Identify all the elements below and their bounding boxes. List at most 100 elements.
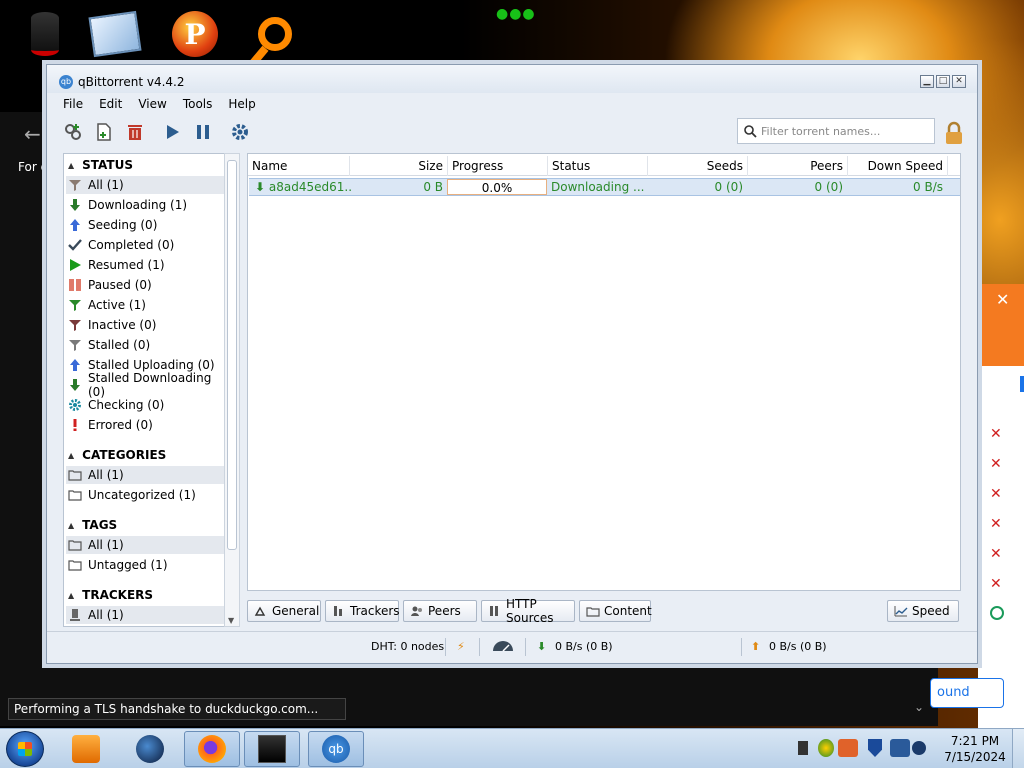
tab-general[interactable]: General: [247, 600, 321, 622]
menu-edit[interactable]: Edit: [91, 96, 130, 116]
found-button[interactable]: ound: [930, 678, 1004, 708]
terminal-taskbar-icon[interactable]: [244, 731, 300, 767]
dht-status: DHT: 0 nodes: [371, 640, 445, 653]
folder-icon: [586, 605, 600, 617]
tray-orange-icon[interactable]: [838, 739, 858, 757]
sidebar-item-tag[interactable]: Untagged (1): [66, 556, 224, 574]
filter-search-box[interactable]: [737, 118, 935, 144]
trackers-section-header[interactable]: ▲ TRACKERS: [68, 586, 153, 604]
sidebar-item-category[interactable]: Uncategorized (1): [66, 486, 224, 504]
mail-app-icon[interactable]: [80, 4, 150, 64]
clock-time: 7:21 PM: [950, 734, 1000, 748]
table-row[interactable]: ⬇ a8ad45ed61... 0 B 0.0% Downloading ...…: [249, 178, 960, 196]
download-speed[interactable]: 0 B/s (0 B): [555, 640, 613, 653]
taskbar-clock[interactable]: 7:21 PM 7/15/2024: [944, 733, 1006, 765]
sidebar-item-status[interactable]: Stalled Downloading (0): [66, 371, 224, 399]
sidebar-item-category[interactable]: All (1): [66, 466, 224, 484]
menu-help[interactable]: Help: [220, 96, 263, 116]
title-bar[interactable]: qb qBittorrent v4.4.2 ▁ □ ✕: [47, 65, 977, 93]
column-header-peers[interactable]: Peers: [748, 156, 848, 176]
add-torrent-file-icon[interactable]: [93, 121, 115, 143]
gear-icon[interactable]: [229, 121, 251, 143]
menu-tools[interactable]: Tools: [175, 96, 221, 116]
firefox-taskbar-icon[interactable]: [184, 731, 240, 767]
media-player-taskbar-icon[interactable]: [58, 731, 114, 767]
cylinder-app-icon[interactable]: [10, 4, 80, 64]
tab-trackers[interactable]: Trackers: [325, 600, 400, 622]
tags-section-header[interactable]: ▲ TAGS: [68, 516, 117, 534]
tray-network-icon[interactable]: [890, 739, 910, 757]
folder-icon: [68, 468, 82, 482]
tab-http-sources[interactable]: HTTP Sources: [481, 597, 575, 625]
connection-status-icon[interactable]: ⚡: [457, 640, 465, 653]
qbittorrent-logo-icon: qb: [59, 75, 73, 89]
column-header-status[interactable]: Status: [548, 156, 648, 176]
qbittorrent-taskbar-icon[interactable]: qb: [308, 731, 364, 767]
pause-icon[interactable]: [192, 121, 214, 143]
taskbar: qb 7:21 PM 7/15/2024: [0, 728, 1024, 768]
tray-up-icon[interactable]: [798, 741, 808, 755]
sidebar-item-status[interactable]: Downloading (1): [66, 196, 224, 214]
sidebar-item-status[interactable]: Completed (0): [66, 236, 224, 254]
sidebar-item-label: All (1): [88, 178, 124, 192]
sidebar-item-status[interactable]: Seeding (0): [66, 216, 224, 234]
tray-shield-icon[interactable]: [868, 739, 882, 757]
tab-label: General: [272, 604, 320, 618]
column-header-progress[interactable]: Progress: [448, 156, 548, 176]
menu-bar: File Edit View Tools Help: [55, 96, 264, 116]
remove-icon[interactable]: ✕: [990, 516, 1002, 532]
close-icon[interactable]: ✕: [996, 290, 1009, 309]
folder-icon: [68, 488, 82, 502]
delete-icon[interactable]: [124, 121, 146, 143]
remove-icon[interactable]: ✕: [990, 426, 1002, 442]
back-arrow-icon[interactable]: ←: [24, 122, 41, 146]
pause-icon: [68, 278, 82, 292]
tray-volume-icon[interactable]: [912, 741, 926, 755]
alt-speed-icon[interactable]: [491, 640, 515, 655]
sidebar-item-tag[interactable]: All (1): [66, 536, 224, 554]
tray-green-icon[interactable]: [818, 739, 834, 757]
column-header-seeds[interactable]: Seeds: [648, 156, 748, 176]
menu-view[interactable]: View: [130, 96, 174, 116]
sidebar-item-status[interactable]: Active (1): [66, 296, 224, 314]
upload-speed[interactable]: 0 B/s (0 B): [769, 640, 827, 653]
column-header-name[interactable]: Name: [248, 156, 350, 176]
sidebar-item-status[interactable]: Checking (0): [66, 396, 224, 414]
column-header-down-speed[interactable]: Down Speed: [848, 156, 948, 176]
sidebar-item-status[interactable]: Paused (0): [66, 276, 224, 294]
system-tray: [794, 731, 934, 767]
close-button[interactable]: ✕: [952, 75, 966, 88]
down-arrow-icon: [68, 378, 82, 392]
categories-section-header[interactable]: ▲ CATEGORIES: [68, 446, 166, 464]
sidebar-item-status[interactable]: All (1): [66, 176, 224, 194]
sidebar-scrollbar[interactable]: ▼: [224, 153, 240, 627]
tab-peers[interactable]: Peers: [403, 600, 477, 622]
sidebar-item-status[interactable]: Resumed (1): [66, 256, 224, 274]
resume-icon[interactable]: [161, 121, 183, 143]
minimize-button[interactable]: ▁: [920, 75, 934, 88]
show-desktop-button[interactable]: [1012, 729, 1024, 768]
column-header-size[interactable]: Size: [350, 156, 448, 176]
sidebar-item-tracker[interactable]: All (1): [66, 606, 224, 624]
remove-icon[interactable]: ✕: [990, 486, 1002, 502]
tab-content[interactable]: Content: [579, 600, 652, 622]
lock-icon[interactable]: [943, 121, 965, 148]
chevron-down-icon[interactable]: ⌄: [914, 700, 924, 714]
maximize-button[interactable]: □: [936, 75, 950, 88]
globe-taskbar-icon[interactable]: [122, 731, 178, 767]
sidebar-item-status[interactable]: Errored (0): [66, 416, 224, 434]
search-app-icon[interactable]: [240, 4, 310, 64]
remove-icon[interactable]: ✕: [990, 546, 1002, 562]
sidebar-item-label: Inactive (0): [88, 318, 157, 332]
remove-icon[interactable]: ✕: [990, 576, 1002, 592]
menu-file[interactable]: File: [55, 96, 91, 116]
add-torrent-link-icon[interactable]: [62, 121, 84, 143]
sidebar-item-status[interactable]: Stalled (0): [66, 336, 224, 354]
start-button[interactable]: [6, 731, 44, 767]
sidebar-item-status[interactable]: Inactive (0): [66, 316, 224, 334]
remove-icon[interactable]: ✕: [990, 456, 1002, 472]
status-section-header[interactable]: ▲ STATUS: [68, 156, 133, 174]
p-app-icon[interactable]: P: [160, 4, 230, 64]
filter-torrent-input[interactable]: [761, 122, 931, 140]
speed-button[interactable]: Speed: [887, 600, 959, 622]
